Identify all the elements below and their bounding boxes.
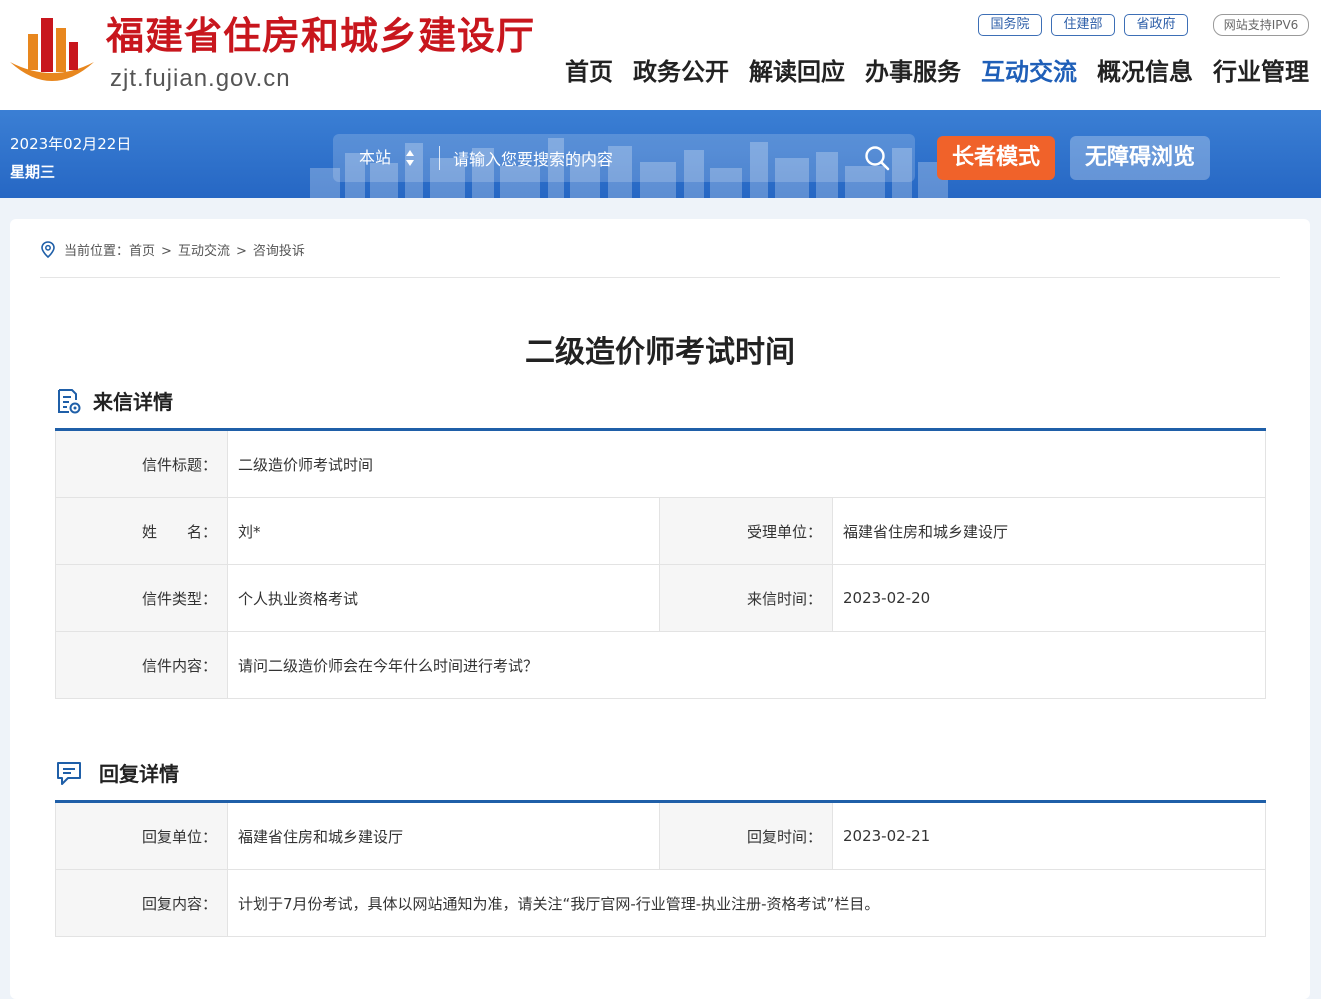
breadcrumb-separator: > [161, 244, 172, 259]
nav-gov-affairs[interactable]: 政务公开 [633, 52, 729, 92]
reply-time-label: 回复时间： [659, 801, 833, 870]
site-header: 福建省住房和城乡建设厅 zjt.fujian.gov.cn 国务院 住建部 省政… [0, 0, 1321, 110]
accessible-browse-button[interactable]: 无障碍浏览 [1070, 136, 1210, 180]
name-value: 刘* [227, 497, 660, 565]
table-row: 信件内容： 请问二级造价师会在今年什么时间进行考试？ [55, 631, 1266, 699]
letter-content-label: 信件内容： [55, 631, 228, 699]
table-row: 信件类型： 个人执业资格考试 来信时间： 2023-02-20 [55, 564, 1266, 632]
chat-bubble-icon [57, 762, 81, 785]
subject-label: 信件标题： [55, 429, 228, 498]
reply-content-label: 回复内容： [55, 869, 228, 937]
nav-home[interactable]: 首页 [565, 52, 613, 92]
search-scope-label: 本站 [359, 148, 392, 167]
letter-detail-table: 信件标题： 二级造价师考试时间 姓 名： 刘* 受理单位： 福建省住房和城乡建设… [55, 428, 1266, 699]
nav-interpretation[interactable]: 解读回应 [749, 52, 845, 92]
reply-detail-table: 回复单位： 福建省住房和城乡建设厅 回复时间： 2023-02-21 回复内容：… [55, 800, 1266, 937]
handling-unit-label: 受理单位： [659, 497, 833, 565]
letter-type-label: 信件类型： [55, 564, 228, 632]
search-input[interactable] [451, 142, 855, 176]
nav-services[interactable]: 办事服务 [865, 52, 961, 92]
reply-unit-value: 福建省住房和城乡建设厅 [227, 801, 660, 870]
reply-time-value: 2023-02-21 [832, 801, 1266, 870]
page-title: 二级造价师考试时间 [525, 335, 795, 370]
breadcrumb-interaction[interactable]: 互动交流 [178, 242, 230, 262]
breadcrumb-divider [40, 277, 1280, 278]
content-card: 当前位置：首页 > 互动交流 > 咨询投诉 二级造价师考试时间 来信详情 信件标题： 二… [10, 219, 1310, 999]
search-divider [439, 146, 440, 170]
search-box: 本站 [333, 134, 915, 182]
letter-time-label: 来信时间： [659, 564, 833, 632]
breadcrumb-home[interactable]: 首页 [129, 242, 155, 262]
document-icon [58, 389, 81, 414]
table-row: 信件标题： 二级造价师考试时间 [55, 429, 1266, 498]
breadcrumb-consult[interactable]: 咨询投诉 [253, 242, 305, 262]
table-row: 回复单位： 福建省住房和城乡建设厅 回复时间： 2023-02-21 [55, 801, 1266, 870]
nav-interaction[interactable]: 互动交流 [981, 52, 1077, 92]
link-state-council[interactable]: 国务院 [978, 14, 1042, 36]
link-provincial-gov[interactable]: 省政府 [1124, 14, 1188, 36]
breadcrumb-prefix: 当前位置： [64, 244, 130, 259]
letter-section-title: 来信详情 [93, 390, 173, 414]
breadcrumb: 当前位置：首页 > 互动交流 > 咨询投诉 [40, 241, 305, 261]
elder-mode-button[interactable]: 长者模式 [937, 136, 1055, 180]
breadcrumb-separator: > [235, 244, 247, 259]
name-label: 姓 名： [55, 497, 228, 565]
letter-time-value: 2023-02-20 [832, 564, 1266, 632]
nav-overview[interactable]: 概况信息 [1097, 52, 1193, 92]
location-pin-icon [41, 241, 55, 259]
search-banner: 2023年02月22日 星期三 本站 长者模式 无障碍浏览 [0, 110, 1321, 198]
current-weekday: 星期三 [10, 163, 56, 181]
nav-industry[interactable]: 行业管理 [1213, 52, 1309, 92]
search-scope-select[interactable]: 本站 [359, 134, 391, 182]
letter-type-value: 个人执业资格考试 [227, 564, 660, 632]
table-row: 姓 名： 刘* 受理单位： 福建省住房和城乡建设厅 [55, 497, 1266, 565]
main-nav: 首页 政务公开 解读回应 办事服务 互动交流 概况信息 行业管理 [0, 52, 1321, 92]
sort-arrows-icon [406, 150, 414, 166]
search-icon[interactable] [864, 145, 890, 171]
reply-content-value: 计划于7月份考试，具体以网站通知为准，请关注“我厅官网-行业管理-执业注册-资格… [227, 869, 1266, 937]
current-date: 2023年02月22日 [10, 135, 132, 153]
handling-unit-value: 福建省住房和城乡建设厅 [832, 497, 1266, 565]
letter-content-value: 请问二级造价师会在今年什么时间进行考试？ [227, 631, 1266, 699]
link-mohurd[interactable]: 住建部 [1051, 14, 1115, 36]
reply-unit-label: 回复单位： [55, 801, 228, 870]
reply-section-title: 回复详情 [99, 762, 179, 786]
ipv6-badge: 网站支持IPV6 [1213, 14, 1309, 36]
subject-value: 二级造价师考试时间 [227, 429, 1266, 498]
table-row: 回复内容： 计划于7月份考试，具体以网站通知为准，请关注“我厅官网-行业管理-执… [55, 869, 1266, 937]
